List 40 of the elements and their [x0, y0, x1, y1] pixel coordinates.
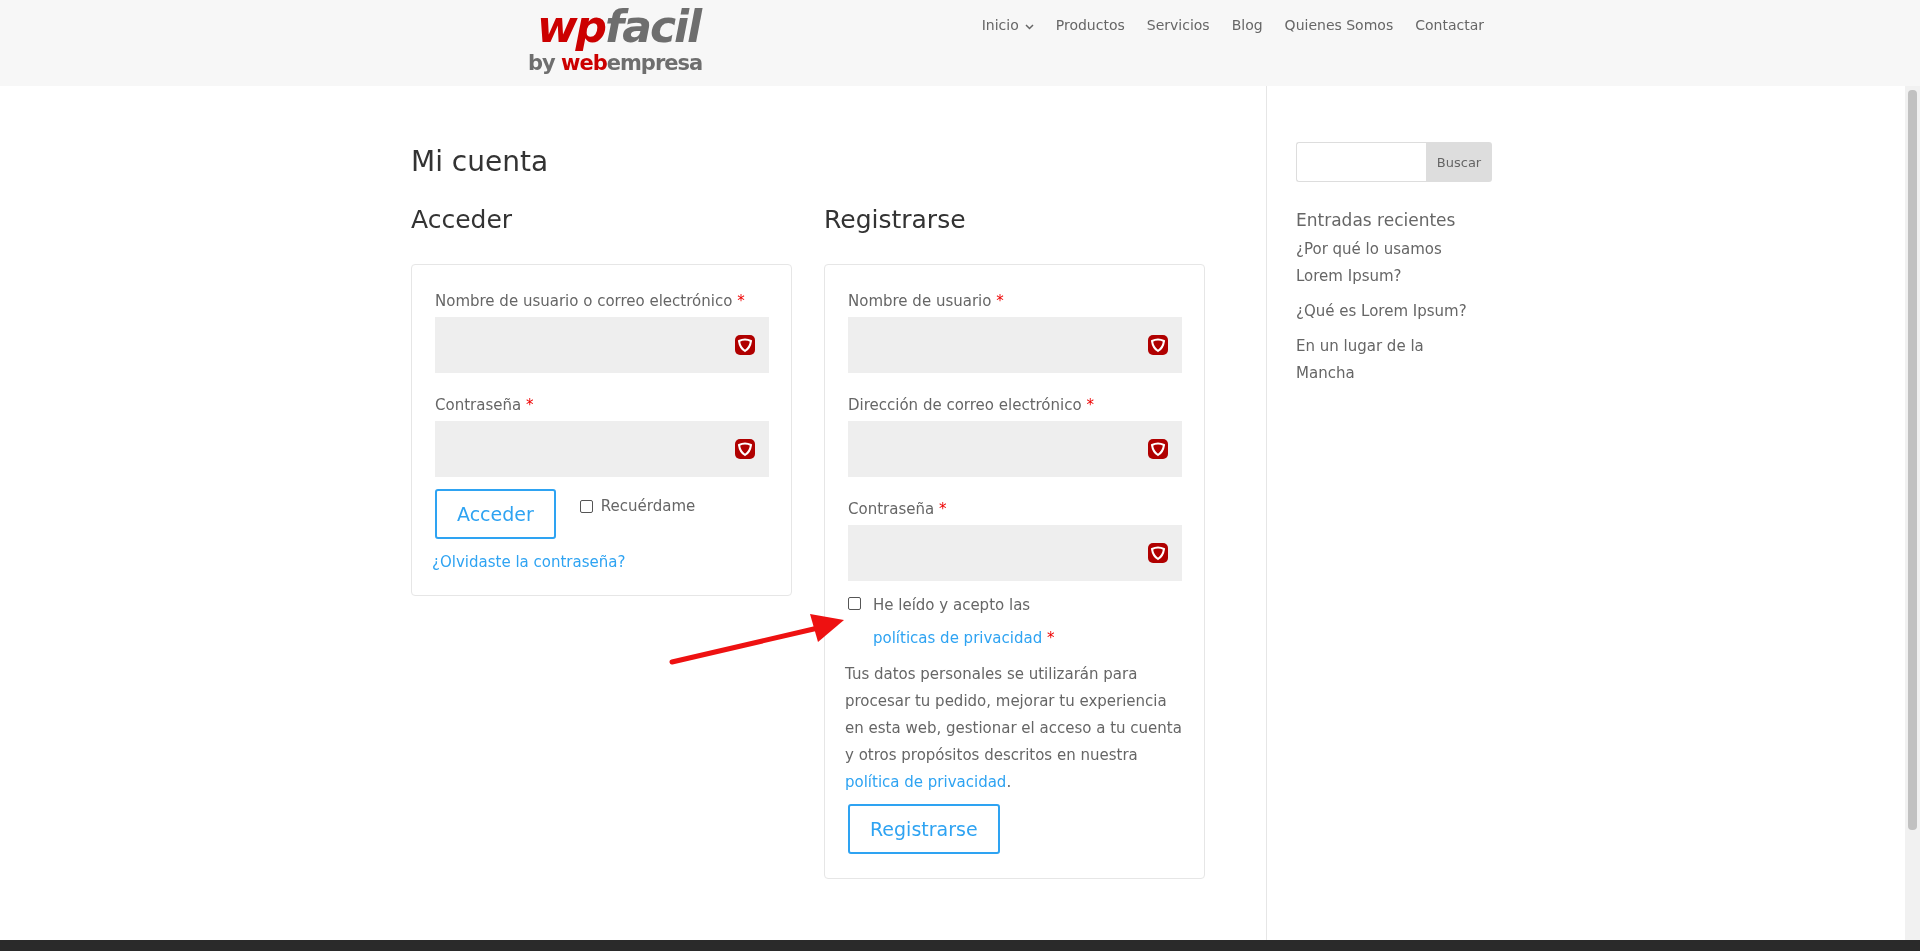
nav-link[interactable]: Productos [1055, 17, 1125, 35]
nav-link[interactable]: Inicio [981, 17, 1034, 35]
field-label: Dirección de correo electrónico * [848, 395, 1095, 415]
nav-link[interactable]: Contactar [1415, 17, 1484, 35]
input-field[interactable] [848, 317, 1182, 373]
shield-icon[interactable] [1148, 439, 1168, 459]
recent-post-link[interactable]: En un lugar de la Mancha [1296, 333, 1476, 387]
section-heading: Registrarse [824, 204, 967, 236]
field-label: Nombre de usuario * [848, 291, 1005, 311]
shield-icon[interactable] [735, 439, 755, 459]
checkbox[interactable] [579, 499, 593, 513]
privacy-policy-link[interactable]: políticas de privacidad [873, 629, 1043, 647]
field-label: Contraseña * [848, 499, 948, 519]
lost-password-link[interactable]: ¿Olvidaste la contraseña? [432, 553, 769, 571]
nav-link[interactable]: Blog [1231, 17, 1263, 35]
page-title: Mi cuenta [411, 144, 550, 180]
widget-heading: Entradas recientes [1296, 210, 1457, 230]
privacy-notice: Tus datos personales se utilizarán para procesar tu pedido, mejorar tu experiencia en esta web, gestionar el acceso a tu cuenta y otros propósitos descritos en nuestra política de privacidad. [845, 664, 1183, 793]
recent-post-link[interactable]: ¿Qué es Lorem Ipsum? [1296, 298, 1476, 325]
input-field[interactable] [848, 421, 1182, 477]
search-button[interactable]: Buscar [1426, 142, 1492, 182]
logo[interactable]: wpfacil by webempresa [528, 2, 707, 86]
field-label: Contraseña * [435, 395, 535, 415]
scrollbar[interactable] [1905, 86, 1920, 940]
search-field[interactable] [1296, 142, 1426, 182]
nav-link[interactable]: Servicios [1146, 17, 1210, 35]
recent-post-link[interactable]: ¿Por qué lo usamos Lorem Ipsum? [1296, 236, 1476, 290]
checkbox[interactable] [848, 597, 861, 610]
shield-icon[interactable] [735, 335, 755, 355]
input-field[interactable] [435, 317, 769, 373]
shield-icon[interactable] [1148, 335, 1168, 355]
section-heading: Acceder [411, 204, 514, 236]
privacy-policy-link[interactable]: política de privacidad [845, 773, 1007, 791]
field-label: Nombre de usuario o correo electrónico * [435, 291, 746, 311]
shield-icon[interactable] [1148, 543, 1168, 563]
nav-link[interactable]: Quienes Somos [1284, 17, 1394, 35]
input-field[interactable] [848, 525, 1182, 581]
remember-label: Recuérdame [600, 497, 696, 515]
input-field[interactable] [435, 421, 769, 477]
terms-text: He leído y acepto las políticas de privacidad * [873, 595, 1056, 649]
